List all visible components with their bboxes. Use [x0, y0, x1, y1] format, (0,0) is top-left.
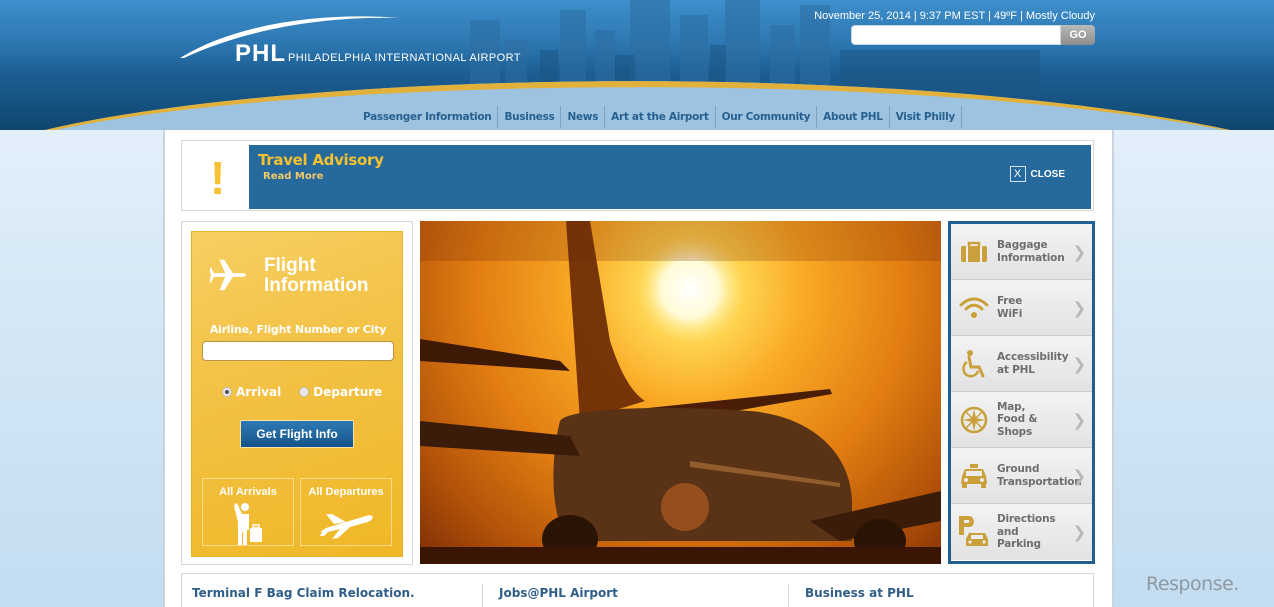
search-input[interactable]: [851, 25, 1061, 45]
nav-our-community[interactable]: Our Community: [716, 106, 818, 128]
quick-link-label: Shops: [997, 425, 1033, 438]
flight-search-label: Airline, Flight Number or City: [209, 323, 387, 336]
all-arrivals-button[interactable]: All Arrivals: [202, 478, 294, 546]
nav-news[interactable]: News: [561, 106, 606, 128]
parking-icon: [959, 516, 988, 546]
quick-link-label: Map,: [997, 400, 1026, 413]
quick-link-label: Baggage: [997, 239, 1048, 251]
chevron-right-icon: ❯: [1072, 298, 1086, 317]
arrival-radio[interactable]: Arrival: [222, 385, 281, 399]
jobs-at-phl-link[interactable]: Jobs@PHL Airport: [482, 584, 618, 607]
chevron-right-icon: ❯: [1072, 242, 1086, 261]
hero-image-sunset-airplane: [420, 221, 941, 564]
quick-link-baggage-information[interactable]: Baggage Information ❯: [951, 224, 1092, 280]
nav-about-phl[interactable]: About PHL: [817, 106, 890, 128]
quick-link-ground-transportation[interactable]: Ground Transportation ❯: [951, 448, 1092, 504]
flight-information-widget: Flight Information Airline, Flight Numbe…: [181, 221, 413, 565]
quick-link-label: WiFi: [997, 307, 1023, 320]
arrival-departure-radio-group: Arrival Departure: [222, 385, 382, 399]
logo-full-name: PHILADELPHIA INTERNATIONAL AIRPORT: [288, 52, 521, 64]
taxi-icon: [961, 463, 987, 488]
flight-info-title: Flight Information: [264, 256, 369, 296]
get-flight-info-button[interactable]: Get Flight Info: [240, 420, 354, 448]
quick-link-label: Parking: [997, 538, 1041, 551]
airplane-silhouette-illustration: [420, 221, 941, 564]
departure-radio[interactable]: Departure: [299, 385, 382, 399]
airplane-icon: [210, 259, 247, 291]
exclamation-icon: !: [210, 152, 226, 204]
compass-map-icon: [960, 406, 988, 433]
logo-abbr: PHL: [235, 40, 286, 67]
quick-link-accessibility[interactable]: Accessibility at PHL ❯: [951, 336, 1092, 392]
close-label: CLOSE: [1030, 168, 1065, 180]
terminal-f-bag-claim-link[interactable]: Terminal F Bag Claim Relocation.: [182, 584, 415, 607]
response-watermark: Response.: [1146, 573, 1239, 595]
quick-link-label: Free: [997, 295, 1023, 307]
site-search: GO: [851, 25, 1095, 45]
nav-business[interactable]: Business: [498, 106, 562, 128]
bottom-feature-links: Terminal F Bag Claim Relocation. Jobs@PH…: [181, 573, 1094, 607]
close-icon: X: [1009, 166, 1026, 182]
quick-link-label: and: [997, 525, 1019, 538]
chevron-right-icon: ❯: [1072, 410, 1086, 429]
quick-link-label: Information: [997, 251, 1065, 264]
departure-radio-label: Departure: [313, 385, 383, 399]
main-nav: Passenger Information Business News Art …: [357, 106, 962, 128]
quick-link-label: Transportation: [997, 475, 1082, 488]
flight-information-panel: Flight Information Airline, Flight Numbe…: [191, 231, 403, 557]
nav-visit-philly[interactable]: Visit Philly: [890, 106, 962, 128]
baggage-icon: [961, 241, 987, 262]
all-arrivals-label: All Arrivals: [219, 486, 277, 498]
advisory-message-box: Travel Advisory Read More X CLOSE: [249, 145, 1091, 209]
business-at-phl-link[interactable]: Business at PHL: [788, 584, 914, 607]
date-weather-line: November 25, 2014 | 9:37 PM EST | 49ºF |…: [814, 10, 1095, 22]
quick-link-label: Ground: [997, 463, 1040, 475]
nav-passenger-information[interactable]: Passenger Information: [357, 106, 499, 128]
quick-link-label: Directions: [997, 513, 1056, 526]
advisory-close-button[interactable]: X CLOSE: [1009, 166, 1065, 182]
search-go-button[interactable]: GO: [1061, 25, 1095, 45]
advisory-read-more-link[interactable]: Read More: [263, 171, 323, 182]
nav-art-at-the-airport[interactable]: Art at the Airport: [605, 106, 716, 128]
flight-info-title-line2: Information: [264, 275, 369, 296]
chevron-right-icon: ❯: [1072, 522, 1086, 542]
wifi-icon: [959, 297, 989, 318]
quick-link-free-wifi[interactable]: Free WiFi ❯: [951, 280, 1092, 336]
quick-link-directions-parking[interactable]: Directions and Parking ❯: [951, 504, 1092, 560]
arrival-radio-label: Arrival: [236, 385, 282, 399]
travel-advisory-banner: ! Travel Advisory Read More X CLOSE: [181, 140, 1094, 211]
chevron-right-icon: ❯: [1072, 466, 1086, 485]
chevron-right-icon: ❯: [1072, 354, 1086, 373]
accessibility-icon: [962, 349, 985, 377]
flight-search-input[interactable]: [202, 341, 394, 361]
radio-selected-indicator[interactable]: [222, 387, 232, 397]
quick-link-label: at PHL: [997, 363, 1035, 376]
quick-links-panel: Baggage Information ❯ Free WiFi ❯ Accessib…: [948, 221, 1095, 564]
quick-link-label: Food &: [997, 413, 1038, 426]
traveler-with-luggage-icon: [234, 503, 262, 545]
quick-link-label: Accessibility: [997, 351, 1069, 363]
radio-unselected-indicator[interactable]: [299, 387, 310, 397]
advisory-title: Travel Advisory: [258, 151, 384, 169]
all-departures-button[interactable]: All Departures: [300, 478, 392, 546]
flight-info-title-line1: Flight: [264, 255, 316, 276]
departing-plane-icon: [320, 514, 373, 539]
site-logo[interactable]: PHL PHILADELPHIA INTERNATIONAL AIRPORT: [235, 40, 521, 68]
quick-link-map-food-shops[interactable]: Map, Food & Shops ❯: [951, 392, 1092, 448]
all-departures-label: All Departures: [308, 486, 384, 498]
site-header: PHL PHILADELPHIA INTERNATIONAL AIRPORT N…: [0, 0, 1274, 130]
